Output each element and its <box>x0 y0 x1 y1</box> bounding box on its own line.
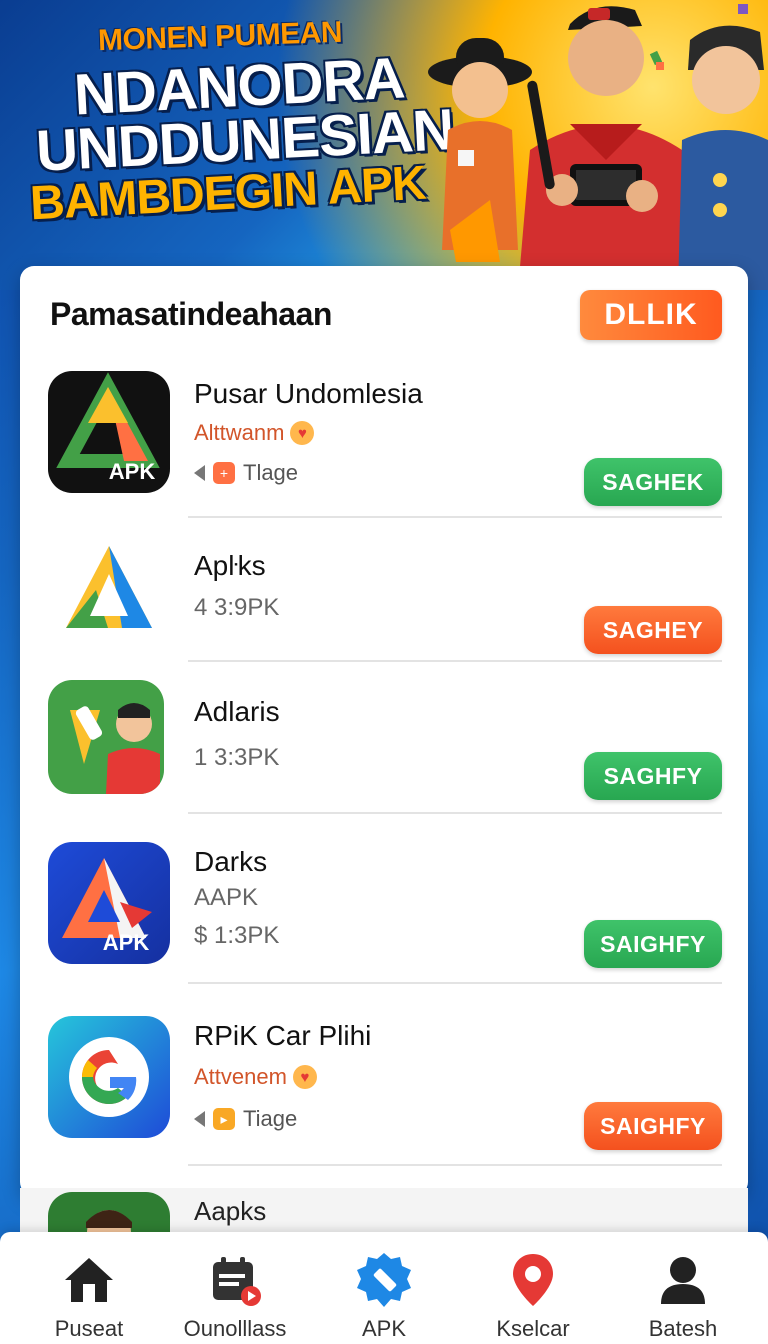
apk-triangle-icon[interactable]: APK <box>48 371 170 493</box>
triangle-left-icon <box>194 1111 205 1127</box>
app-name: Apŀks <box>194 550 266 581</box>
app-name: Pusar Undomlesia <box>194 378 423 409</box>
bottom-navigation: Puseat Ounolllass APK Kselcar Batesh <box>0 1232 768 1344</box>
app-tag: + Tlage <box>194 460 298 486</box>
profile-icon <box>653 1250 713 1310</box>
app-name: Darks <box>194 846 268 877</box>
app-icon-label: APK <box>109 459 156 484</box>
nav-label: Batesh <box>648 1316 718 1341</box>
app-developer-label: Alttwanm <box>194 420 285 445</box>
app-developer: Attvenem ♥ <box>194 1064 317 1090</box>
location-pin-icon <box>503 1250 563 1310</box>
app-row-5[interactable]: RPiK Car Plihi Attvenem ♥ ▸ Tiage SAIGHF… <box>20 984 748 1166</box>
card-header: Pamasatindeahaan DLLIK <box>20 266 748 366</box>
nav-item-location[interactable]: Kselcar <box>456 1232 610 1344</box>
triangle-left-icon <box>194 465 205 481</box>
nav-label: Ounolllass <box>183 1316 287 1341</box>
nav-item-apk[interactable]: APK <box>307 1232 461 1344</box>
hero-banner: MONEN PUMEAN NDANODRA UNDDUNESIAN BAMBDE… <box>0 0 768 290</box>
app-row-4[interactable]: APK Darks AAPK $ 1:3PK SAIGHFY <box>20 814 748 984</box>
app-action-button[interactable]: SAGHEY <box>584 606 722 654</box>
row-divider <box>188 1164 722 1166</box>
tag-chip-icon: + <box>213 462 235 484</box>
apk-logo-icon[interactable]: APK <box>48 842 170 964</box>
header-action-button[interactable]: DLLIK <box>580 290 722 340</box>
home-icon <box>59 1250 119 1310</box>
nav-label: Puseat <box>54 1316 124 1341</box>
app-name: Aapks <box>194 1196 267 1226</box>
app-developer-label: Attvenem <box>194 1064 287 1089</box>
app-name: Adlaris <box>194 696 280 727</box>
nav-item-calendar[interactable]: Ounolllass <box>158 1232 312 1344</box>
app-meta-secondary: $ 1:3PK <box>194 922 280 949</box>
app-row-1[interactable]: APK Pusar Undomlesia Alttwanm ♥ + Tlage … <box>20 366 748 518</box>
app-action-button[interactable]: SAGHEK <box>584 458 722 506</box>
app-name: RPiK Car Plihi <box>194 1020 372 1051</box>
app-icon-label: APK <box>103 930 150 955</box>
app-meta: 4 3:9PK <box>194 594 280 621</box>
tag-chip-icon: ▸ <box>213 1108 235 1130</box>
app-action-button[interactable]: SAIGHFY <box>584 1102 722 1150</box>
nav-label: APK <box>361 1316 407 1341</box>
app-meta: AAPK <box>194 884 259 911</box>
apk-triangle-icon[interactable] <box>48 530 170 652</box>
app-row-2[interactable]: Apŀks 4 3:9PK SAGHEY <box>20 518 748 662</box>
app-action-button[interactable]: SAIGHFY <box>584 920 722 968</box>
card-title: Pamasatindeahaan <box>50 296 332 332</box>
nav-item-home[interactable]: Puseat <box>12 1232 166 1344</box>
app-row-3[interactable]: Adlaris 1 3:3PK SAGHFY <box>20 662 748 814</box>
nav-label: Kselcar <box>496 1316 570 1341</box>
heart-badge-icon: ♥ <box>292 1065 317 1089</box>
character-app-icon[interactable] <box>48 680 164 794</box>
heart-badge-icon: ♥ <box>290 421 315 445</box>
app-list-card: Pamasatindeahaan DLLIK APK Pusar Undomle… <box>20 266 748 1196</box>
calendar-icon <box>205 1250 265 1310</box>
app-tag-label: Tiage <box>243 1106 298 1131</box>
app-action-button[interactable]: SAGHFY <box>584 752 722 800</box>
app-tag: ▸ Tiage <box>194 1106 297 1132</box>
google-g-icon[interactable] <box>48 1016 170 1138</box>
apk-badge-icon <box>354 1250 414 1310</box>
app-developer: Alttwanm ♥ <box>194 420 315 446</box>
hero-characters-illustration <box>428 4 768 290</box>
app-tag-label: Tlage <box>243 460 299 485</box>
app-meta: 1 3:3PK <box>194 744 280 771</box>
nav-item-profile[interactable]: Batesh <box>606 1232 760 1344</box>
